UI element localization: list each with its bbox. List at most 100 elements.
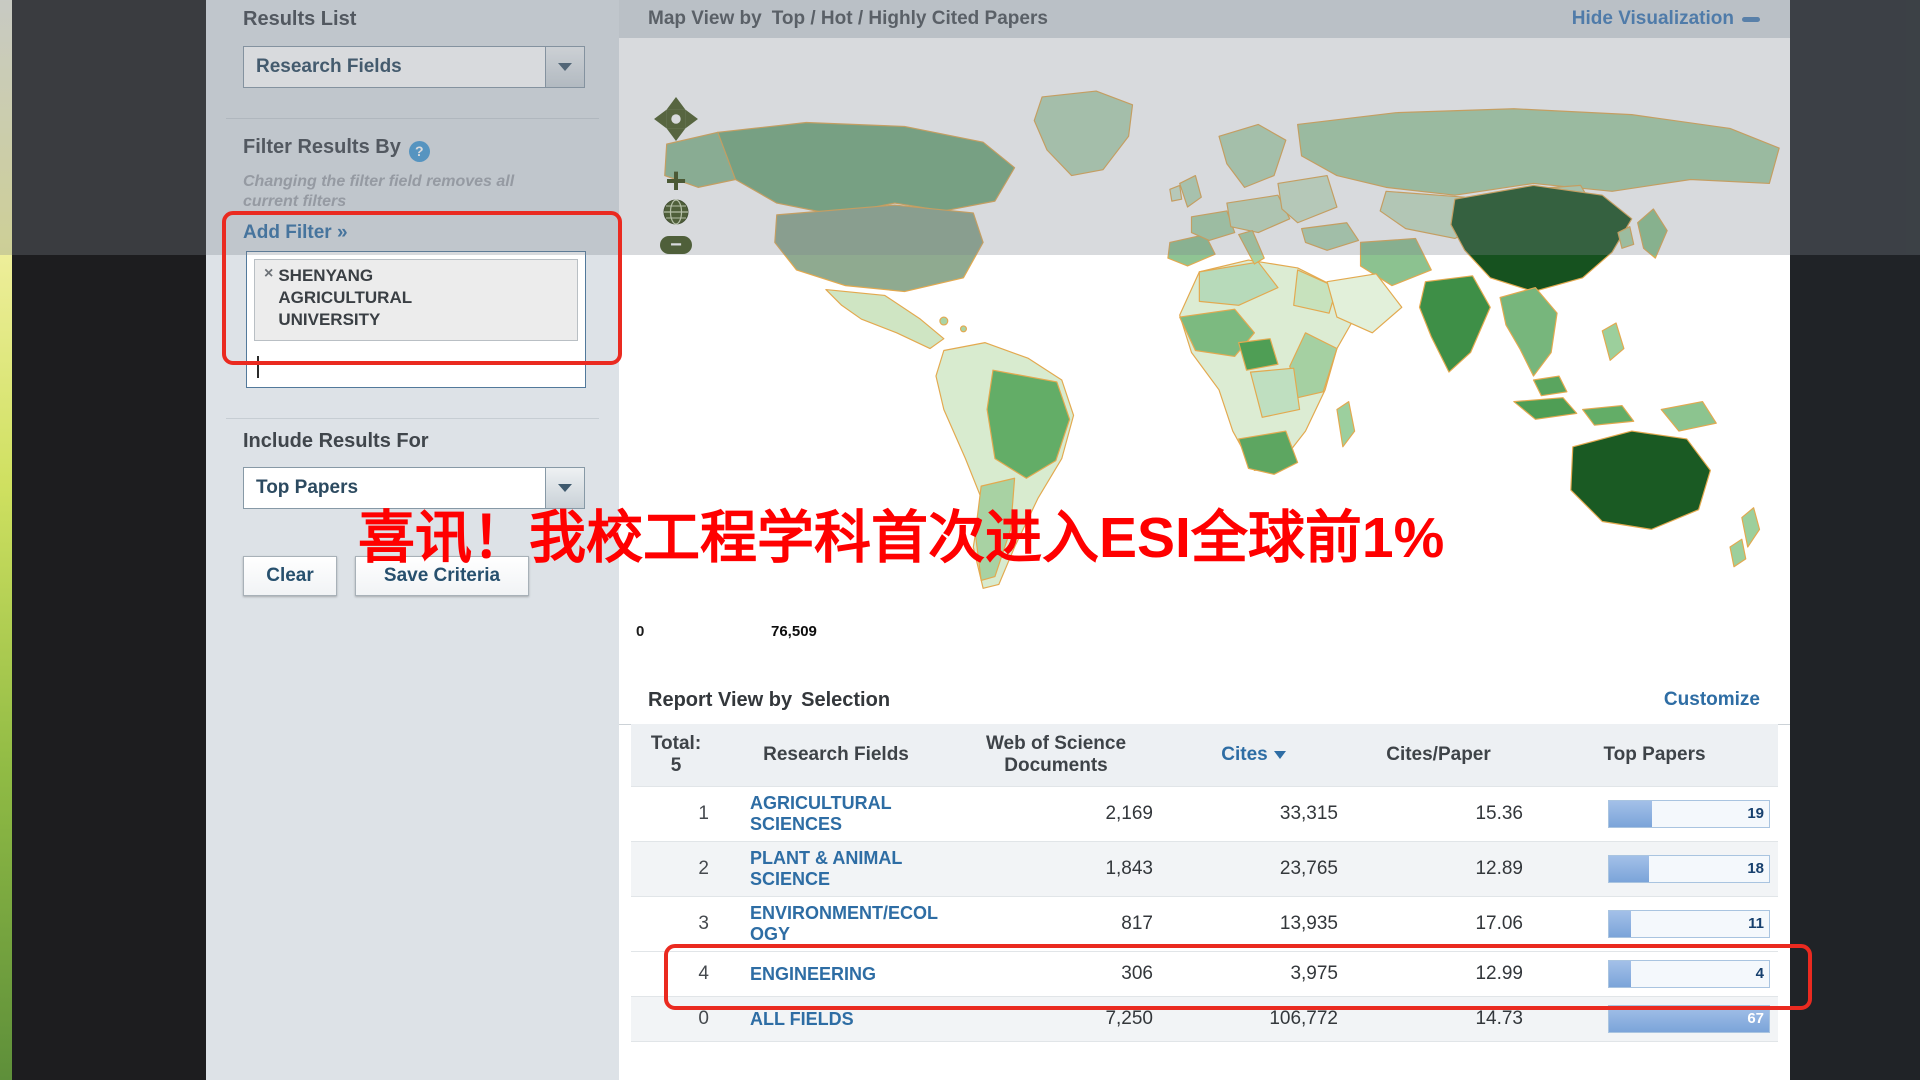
globe-icon[interactable] bbox=[662, 198, 690, 231]
clear-button[interactable]: Clear bbox=[243, 556, 337, 596]
table-row: 1 AGRICULTURAL SCIENCES 2,169 33,315 15.… bbox=[631, 786, 1778, 841]
column-header-top-papers[interactable]: Top Papers bbox=[1531, 744, 1778, 766]
main-panel: Map View by Top / Hot / Highly Cited Pap… bbox=[619, 0, 1790, 1080]
table-row: 2 PLANT & ANIMAL SCIENCE 1,843 23,765 12… bbox=[631, 841, 1778, 896]
hide-visualization-label: Hide Visualization bbox=[1572, 8, 1734, 30]
filter-results-label: Filter Results By bbox=[243, 136, 401, 158]
include-results-select[interactable]: Top Papers bbox=[243, 467, 585, 509]
row-rank: 2 bbox=[631, 858, 721, 880]
filter-note: Changing the filter field removes all cu… bbox=[243, 172, 514, 212]
hide-visualization-link[interactable]: Hide Visualization bbox=[1572, 8, 1760, 30]
top-papers-bar-fill bbox=[1609, 801, 1652, 827]
top-papers-bar: 67 bbox=[1608, 1005, 1770, 1033]
minus-icon bbox=[1742, 17, 1760, 22]
column-header-cites-per-paper[interactable]: Cites/Paper bbox=[1346, 744, 1531, 766]
right-dark-band bbox=[1790, 0, 1920, 1080]
customize-link[interactable]: Customize bbox=[1664, 689, 1760, 711]
legend-min-label: 0 bbox=[636, 623, 644, 640]
results-type-select-value: Research Fields bbox=[244, 56, 545, 78]
docs-value: 2,169 bbox=[951, 803, 1161, 825]
top-papers-count: 4 bbox=[1756, 965, 1764, 982]
column-header-cites[interactable]: Cites bbox=[1161, 744, 1346, 766]
filter-chip-label: SHENYANG AGRICULTURAL UNIVERSITY bbox=[278, 265, 468, 331]
legend-max-label: 76,509 bbox=[771, 623, 817, 640]
cites-value: 33,315 bbox=[1161, 803, 1346, 825]
filter-note-line2: current filters bbox=[243, 192, 514, 212]
close-icon[interactable]: × bbox=[264, 265, 273, 282]
row-rank: 3 bbox=[631, 913, 721, 935]
report-table: Total: 5 Research Fields Web of Science … bbox=[631, 724, 1778, 1042]
add-filter-link[interactable]: Add Filter » bbox=[243, 222, 348, 244]
table-row-engineering: 4 ENGINEERING 306 3,975 12.99 4 bbox=[631, 951, 1778, 996]
sort-desc-icon bbox=[1274, 751, 1286, 759]
documents-header-line1: Web of Science bbox=[951, 733, 1161, 755]
help-icon[interactable]: ? bbox=[409, 141, 430, 162]
filter-note-line1: Changing the filter field removes all bbox=[243, 172, 514, 192]
world-map[interactable] bbox=[649, 83, 1789, 618]
text-caret bbox=[257, 356, 259, 378]
table-header-row: Total: 5 Research Fields Web of Science … bbox=[631, 724, 1778, 786]
row-rank: 1 bbox=[631, 803, 721, 825]
top-papers-bar: 4 bbox=[1608, 960, 1770, 988]
esi-screen: Results List Research Fields Filter Resu… bbox=[0, 0, 1920, 1080]
research-field-link[interactable]: ALL FIELDS bbox=[750, 1009, 854, 1029]
column-header-documents[interactable]: Web of Science Documents bbox=[951, 733, 1161, 777]
filter-input-box[interactable]: × SHENYANG AGRICULTURAL UNIVERSITY bbox=[246, 251, 586, 388]
top-papers-bar-fill bbox=[1609, 911, 1631, 937]
top-papers-bar-fill bbox=[1609, 856, 1649, 882]
include-results-select-value: Top Papers bbox=[244, 477, 545, 499]
results-type-select[interactable]: Research Fields bbox=[243, 46, 585, 88]
map-header: Map View by Top / Hot / Highly Cited Pap… bbox=[619, 0, 1790, 38]
pan-control[interactable] bbox=[653, 96, 699, 142]
top-papers-count: 19 bbox=[1747, 805, 1764, 822]
zoom-out-button[interactable]: − bbox=[660, 236, 692, 254]
top-papers-cell: 18 bbox=[1531, 855, 1778, 883]
cites-per-paper-value: 12.89 bbox=[1346, 858, 1531, 880]
row-rank: 0 bbox=[631, 1008, 721, 1030]
research-field-link[interactable]: ENVIRONMENT/ECOLOGY bbox=[750, 903, 938, 944]
results-list-title: Results List bbox=[243, 8, 356, 31]
top-papers-cell: 11 bbox=[1531, 910, 1778, 938]
column-header-research-fields[interactable]: Research Fields bbox=[721, 744, 951, 766]
total-value: 5 bbox=[631, 755, 721, 777]
wallpaper-strip bbox=[0, 0, 12, 1080]
research-field-link[interactable]: ENGINEERING bbox=[750, 964, 876, 984]
top-papers-bar-fill bbox=[1609, 961, 1631, 987]
cites-per-paper-value: 15.36 bbox=[1346, 803, 1531, 825]
include-results-title: Include Results For bbox=[243, 430, 429, 453]
top-papers-count: 18 bbox=[1747, 860, 1764, 877]
cites-value: 3,975 bbox=[1161, 963, 1346, 985]
chevron-down-icon bbox=[545, 468, 584, 508]
report-view-subtitle: Selection bbox=[801, 689, 890, 712]
filter-results-title: Filter Results By? bbox=[243, 136, 430, 162]
zoom-in-button[interactable]: + bbox=[665, 168, 686, 194]
left-dark-band bbox=[12, 0, 206, 1080]
documents-header-line2: Documents bbox=[951, 755, 1161, 777]
cites-value: 106,772 bbox=[1161, 1008, 1346, 1030]
map-controls: + − bbox=[653, 96, 699, 254]
cites-per-paper-value: 17.06 bbox=[1346, 913, 1531, 935]
cites-value: 13,935 bbox=[1161, 913, 1346, 935]
save-criteria-button[interactable]: Save Criteria bbox=[355, 556, 529, 596]
cites-per-paper-value: 12.99 bbox=[1346, 963, 1531, 985]
report-header: Report View by Selection Customize bbox=[619, 676, 1790, 725]
top-papers-bar-fill bbox=[1609, 1006, 1769, 1032]
top-papers-bar: 11 bbox=[1608, 910, 1770, 938]
research-field-link[interactable]: PLANT & ANIMAL SCIENCE bbox=[750, 848, 902, 889]
chevron-down-icon bbox=[545, 47, 584, 87]
sidebar-divider2 bbox=[226, 418, 599, 419]
table-row: 0 ALL FIELDS 7,250 106,772 14.73 67 bbox=[631, 996, 1778, 1042]
docs-value: 7,250 bbox=[951, 1008, 1161, 1030]
top-papers-cell: 19 bbox=[1531, 800, 1778, 828]
cites-per-paper-value: 14.73 bbox=[1346, 1008, 1531, 1030]
research-field-link[interactable]: AGRICULTURAL SCIENCES bbox=[750, 793, 891, 834]
table-row: 3 ENVIRONMENT/ECOLOGY 817 13,935 17.06 1… bbox=[631, 896, 1778, 951]
map-visualization: + − 0 76,509 bbox=[619, 38, 1790, 676]
map-view-subtitle: Top / Hot / Highly Cited Papers bbox=[772, 8, 1048, 30]
column-header-total: Total: 5 bbox=[631, 733, 721, 777]
total-label: Total: bbox=[631, 733, 721, 755]
top-papers-bar: 18 bbox=[1608, 855, 1770, 883]
top-papers-count: 67 bbox=[1747, 1010, 1764, 1027]
filter-chip[interactable]: × SHENYANG AGRICULTURAL UNIVERSITY bbox=[254, 259, 578, 341]
cites-value: 23,765 bbox=[1161, 858, 1346, 880]
